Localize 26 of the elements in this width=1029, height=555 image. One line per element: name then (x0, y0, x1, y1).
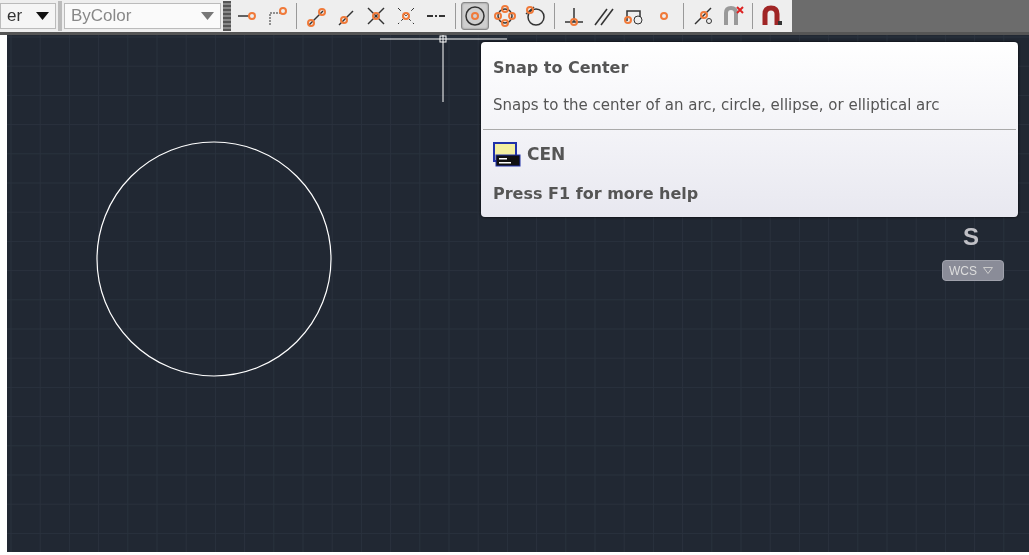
intersection-snap-icon (365, 5, 387, 27)
command-name: CEN (527, 142, 566, 166)
center-snap-button[interactable] (461, 2, 489, 30)
drawing-canvas[interactable]: S WCS Snap to Center Snaps to the center of an arc, circle, ellipse, or elliptical arc CEN Press F1 for more help (7, 35, 1029, 552)
tangent-snap-icon (524, 5, 546, 27)
dropdown-arrow-icon (983, 267, 993, 274)
dropdown-arrow-icon (36, 12, 49, 20)
nearest-snap-icon (692, 5, 714, 27)
extension-line-icon (427, 15, 445, 17)
dropdown-arrow-icon (201, 12, 214, 20)
apparent-intersection-snap-icon (395, 5, 417, 27)
center-snap-icon (464, 5, 486, 27)
quadrant-snap-icon (494, 5, 516, 27)
viewcube-label: S (963, 222, 979, 252)
toolbar-grip[interactable] (223, 1, 231, 31)
layer-dropdown[interactable]: er (0, 3, 56, 29)
command-line-icon (493, 141, 521, 168)
tooltip-title: Snap to Center (492, 57, 630, 79)
extension-snap-icon (266, 5, 288, 27)
quadrant-snap-button[interactable] (491, 2, 519, 30)
midpoint-snap-icon (305, 5, 327, 27)
no-snap-icon (722, 5, 744, 27)
perpendicular-snap-icon (563, 5, 585, 27)
magnet-icon (761, 5, 783, 27)
tooltip-description: Snaps to the center of an arc, circle, ellipse, or elliptical arc (492, 95, 941, 116)
tooltip-help-text: Press F1 for more help (492, 182, 700, 205)
